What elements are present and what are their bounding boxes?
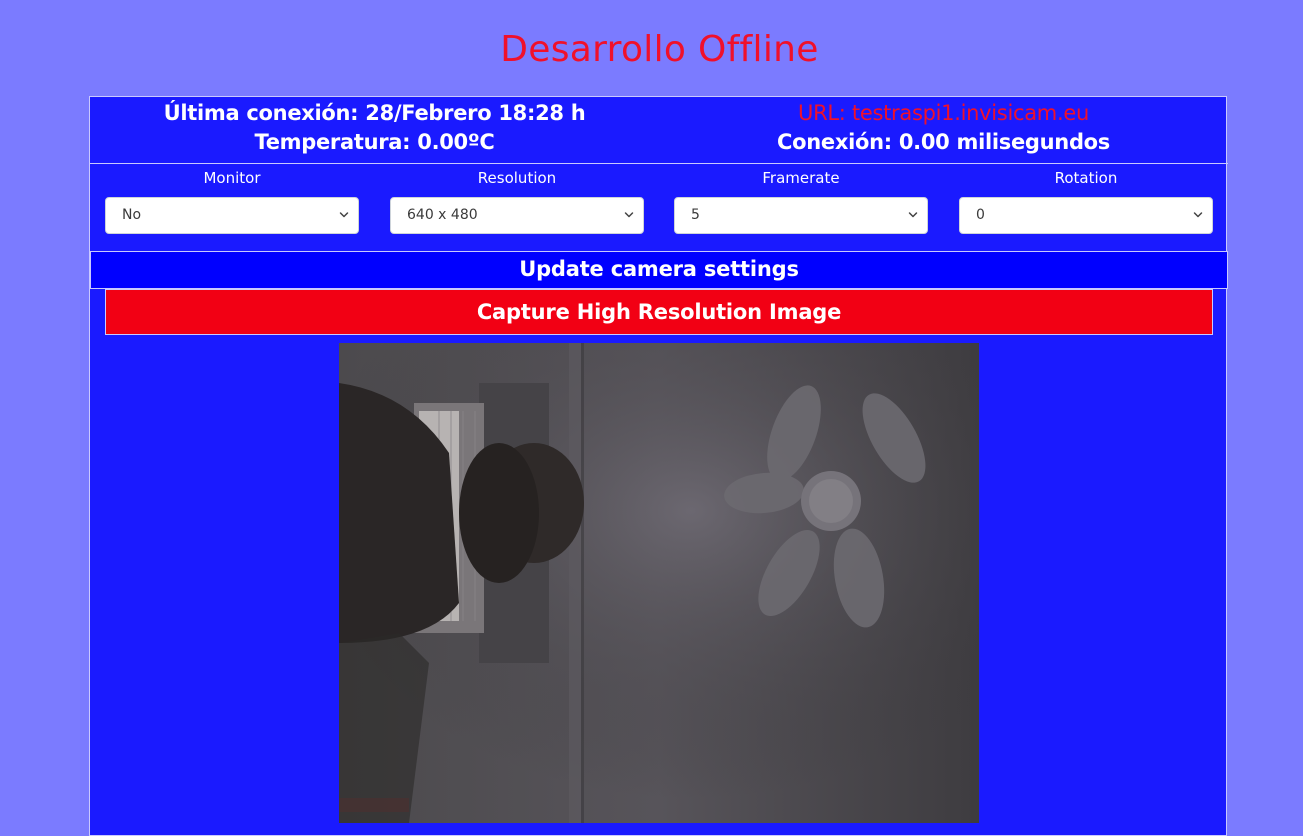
connection-time-text: Conexión: 0.00 milisegundos [777,130,1110,154]
resolution-setting: Resolution 640 x 480 [390,164,644,234]
temperature-text: Temperatura: 0.00ºC [254,130,495,154]
camera-panel: Última conexión: 28/Febrero 18:28 h Temp… [89,96,1228,836]
monitor-select[interactable]: No [105,197,359,234]
rotation-select-value: 0 [976,207,985,223]
camera-settings-row: Monitor No Resolution 640 x 480 Framerat… [90,164,1228,251]
capture-high-resolution-button[interactable]: Capture High Resolution Image [105,289,1213,335]
status-info-row: Última conexión: 28/Febrero 18:28 h Temp… [90,97,1228,164]
rotation-setting: Rotation 0 [959,164,1213,234]
monitor-label: Monitor [203,169,261,187]
update-camera-settings-button[interactable]: Update camera settings [90,251,1228,289]
chevron-down-icon [908,212,918,218]
camera-url-text: URL: testraspi1.invisicam.eu [798,101,1089,125]
framerate-select-value: 5 [691,207,700,223]
last-connection-text: Última conexión: 28/Febrero 18:28 h [163,101,586,125]
camera-feed-image [339,343,979,823]
monitor-select-value: No [122,207,142,223]
chevron-down-icon [339,212,349,218]
framerate-setting: Framerate 5 [674,164,928,234]
status-left-column: Última conexión: 28/Febrero 18:28 h Temp… [90,99,659,157]
resolution-label: Resolution [477,169,557,187]
chevron-down-icon [624,212,634,218]
rotation-select[interactable]: 0 [959,197,1213,234]
resolution-select-value: 640 x 480 [407,207,478,223]
framerate-select[interactable]: 5 [674,197,928,234]
page-title: Desarrollo Offline [500,29,819,70]
rotation-label: Rotation [1054,169,1118,187]
framerate-label: Framerate [762,169,840,187]
resolution-select[interactable]: 640 x 480 [390,197,644,234]
chevron-down-icon [1193,212,1203,218]
camera-feed-scene [339,343,979,823]
status-right-column: URL: testraspi1.invisicam.eu Conexión: 0… [659,99,1228,157]
monitor-setting: Monitor No [105,164,359,234]
